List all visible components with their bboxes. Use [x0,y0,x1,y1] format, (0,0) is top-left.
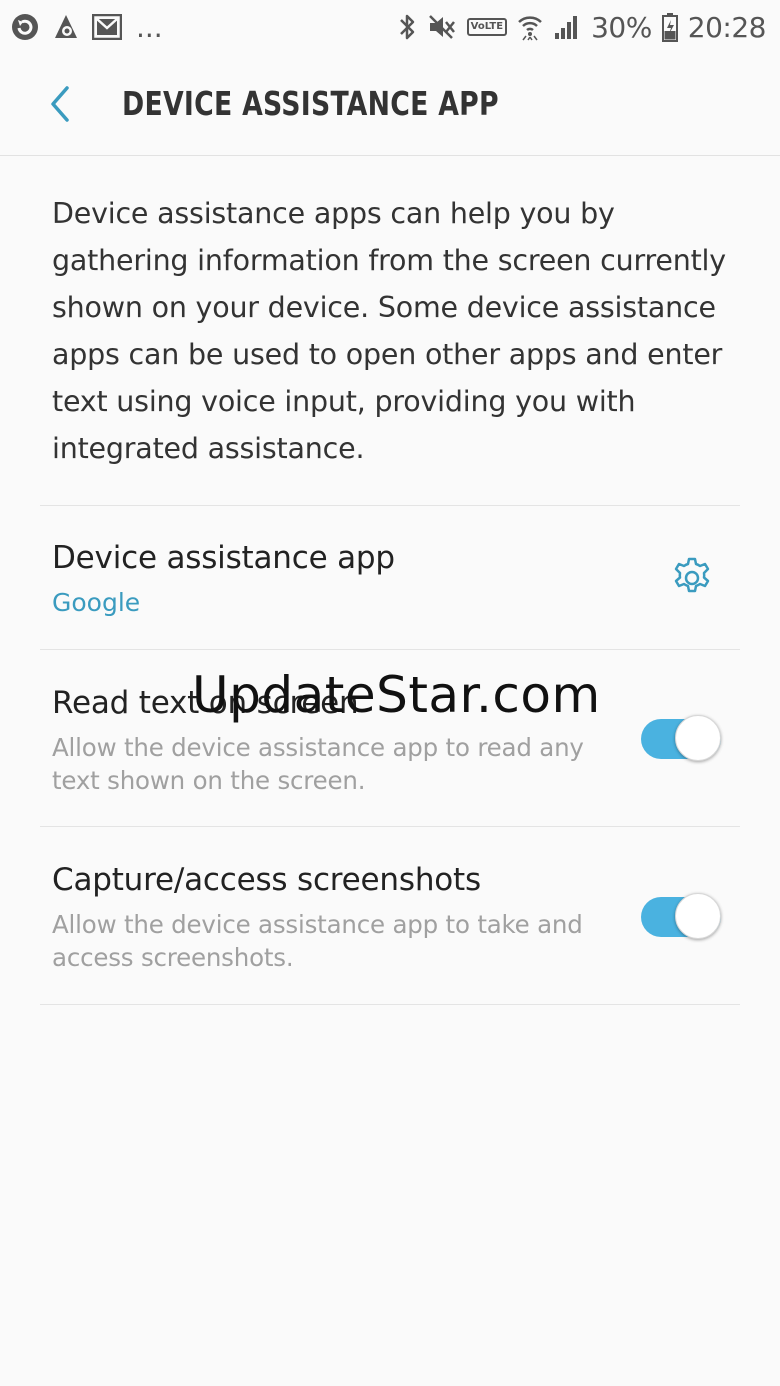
back-button[interactable] [36,78,84,130]
signal-icon [553,13,581,41]
divider [40,1004,740,1005]
page-title: DEVICE ASSISTANCE APP [122,84,499,123]
device-assistance-app-row[interactable] [40,506,740,649]
chevron-left-icon [51,86,69,122]
gmail-icon [92,14,122,40]
status-bar: ... VoLTE 30% 20:28 [0,0,780,54]
read-text-on-screen-description: Allow the device assistance app to read … [52,733,584,795]
mute-icon [427,13,457,41]
device-assistance-app-value: Google [52,588,141,617]
more-notifications-indicator: ... [136,10,163,44]
clock: 20:28 [687,10,767,44]
status-bar-left: ... [10,11,163,44]
device-assistance-app-title: Device assistance app [52,540,395,576]
gear-icon[interactable] [668,554,716,602]
toggle-thumb [675,715,721,761]
app-bar: DEVICE ASSISTANCE APP [0,54,780,156]
capture-screenshots-description: Allow the device assistance app to take … [52,910,583,972]
battery-charging-icon [661,12,678,42]
status-bar-right: VoLTE 30% 20:28 [397,10,767,44]
read-text-on-screen-title: Read text on screen [52,685,359,721]
bluetooth-icon [397,12,417,42]
read-text-on-screen-toggle[interactable] [641,715,723,763]
battery-percentage: 30% [591,10,652,44]
app-notification-icon [52,12,80,42]
volte-icon: VoLTE [466,18,508,36]
toggle-thumb [675,893,721,939]
wifi-icon [517,13,543,41]
capture-screenshots-toggle[interactable] [641,893,723,941]
capture-screenshots-title: Capture/access screenshots [52,862,481,898]
sync-icon [10,12,40,42]
description-text: Device assistance apps can help you by g… [52,197,726,465]
